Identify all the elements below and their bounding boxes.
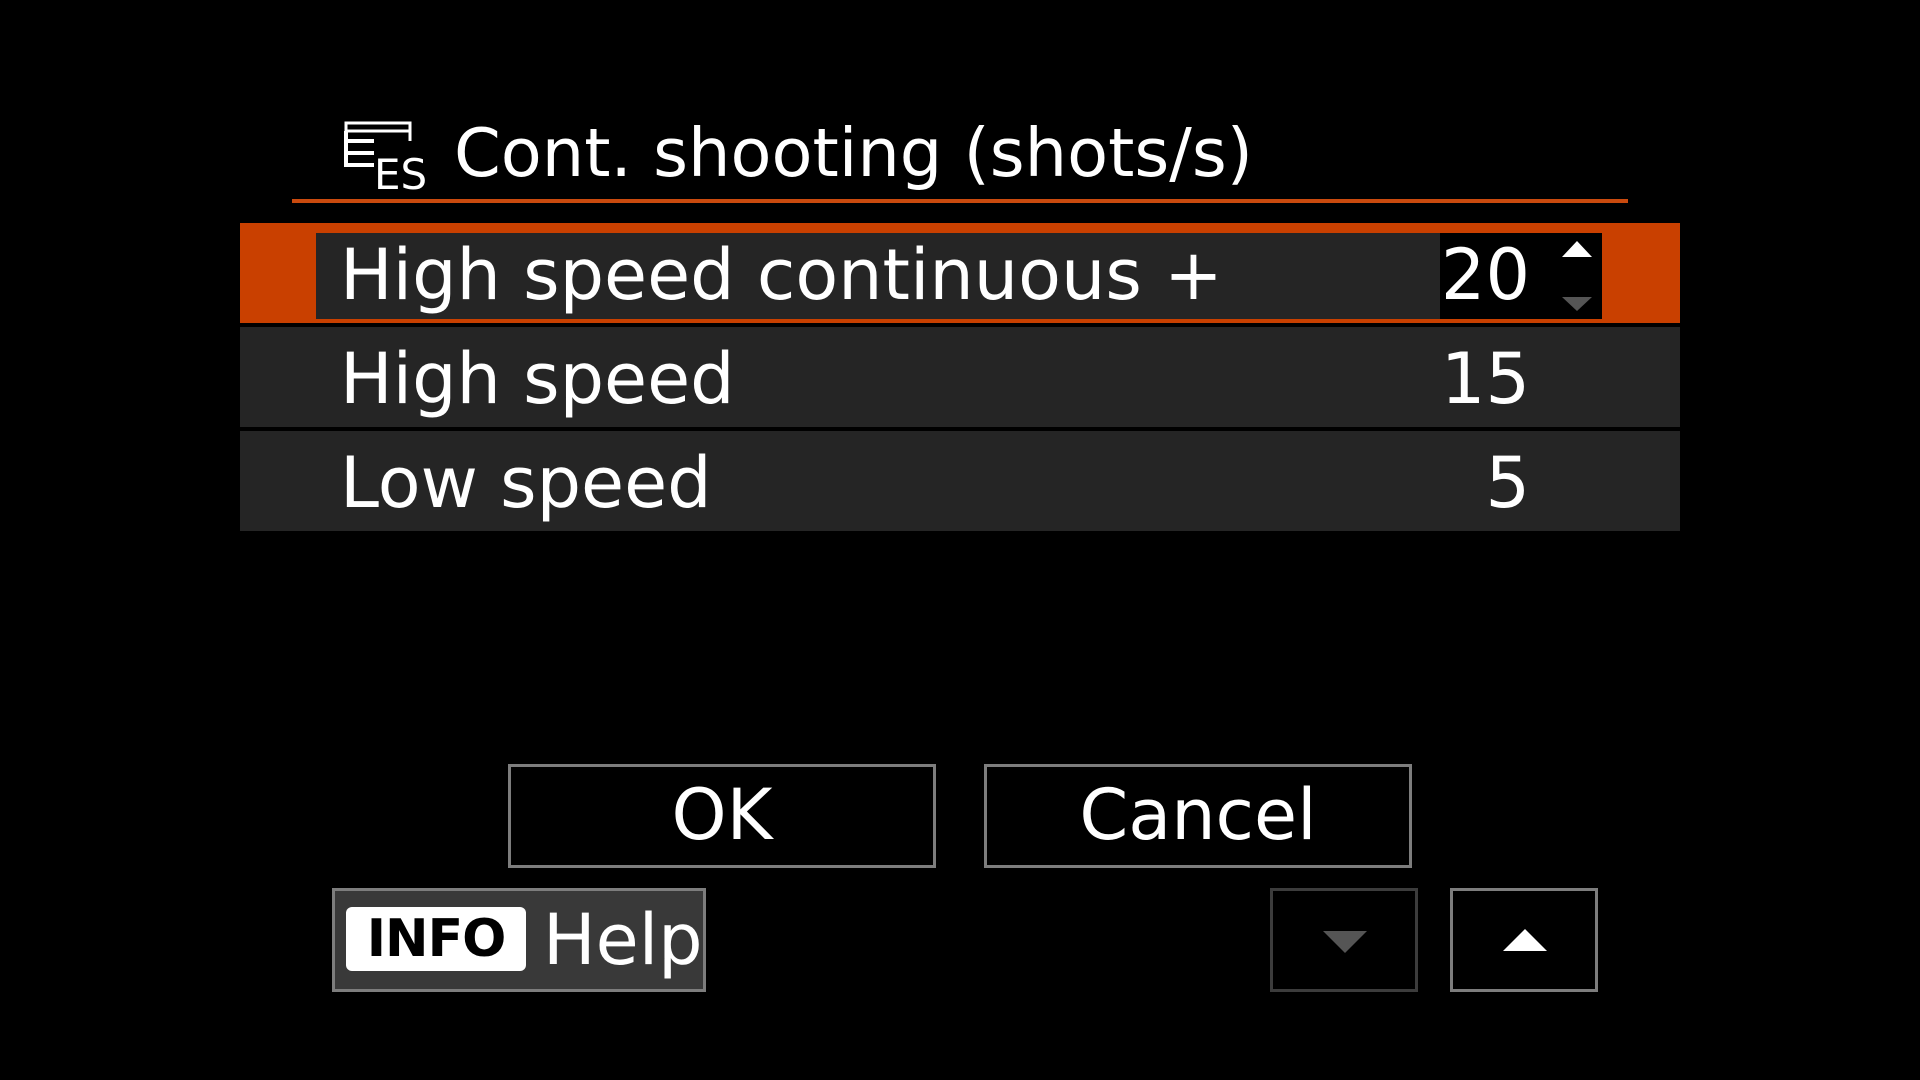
option-row-high-speed[interactable]: High speed 15 (240, 327, 1680, 427)
spinner-up-icon[interactable] (1562, 241, 1592, 257)
cancel-button[interactable]: Cancel (984, 764, 1412, 868)
spinner-down-icon[interactable] (1562, 297, 1592, 311)
info-badge: INFO (346, 907, 526, 971)
option-value: 5 (1485, 442, 1530, 524)
option-label: High speed continuous + (340, 234, 1223, 316)
option-value: 15 (1440, 338, 1530, 420)
ok-button[interactable]: OK (508, 764, 936, 868)
help-button[interactable]: INFO Help (332, 888, 706, 992)
option-row-low-speed[interactable]: Low speed 5 (240, 431, 1680, 531)
option-label: High speed (340, 338, 735, 420)
page-up-button[interactable] (1450, 888, 1598, 992)
es-drive-mode-icon: ES (344, 121, 426, 193)
option-row-high-speed-plus[interactable]: High speed continuous + 20 (240, 223, 1680, 323)
svg-text:ES: ES (374, 150, 426, 193)
chevron-down-icon (1323, 931, 1367, 953)
option-list: High speed continuous + 20 High speed 15… (240, 223, 1680, 535)
page-down-button[interactable] (1270, 888, 1418, 992)
chevron-up-icon (1503, 929, 1547, 951)
help-label: Help (543, 899, 703, 981)
dialog-title: Cont. shooting (shots/s) (454, 114, 1253, 192)
dialog-header: ES Cont. shooting (shots/s) (292, 105, 1628, 203)
option-label: Low speed (340, 442, 712, 524)
option-value: 20 (1440, 234, 1530, 316)
